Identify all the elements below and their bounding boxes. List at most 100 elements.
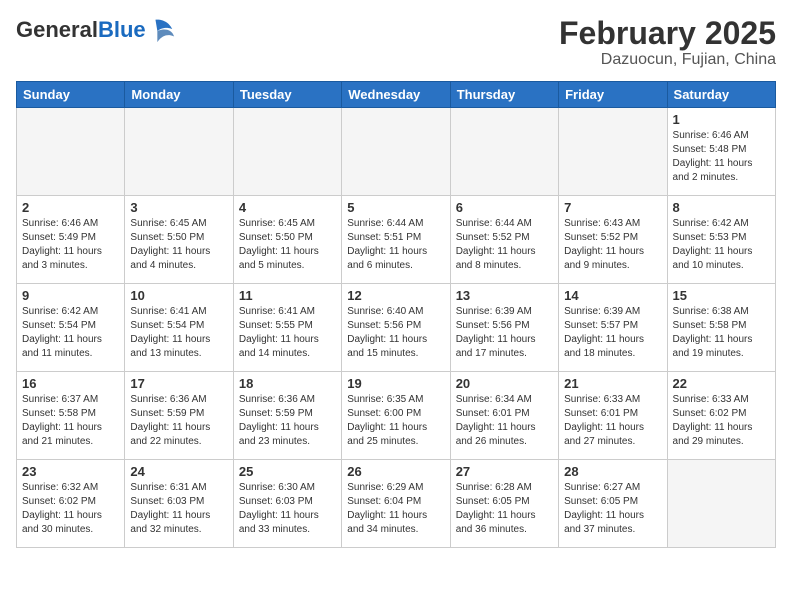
calendar-cell: 21 Sunrise: 6:33 AM Sunset: 6:01 PM Dayli… (559, 372, 667, 460)
calendar-cell: 11 Sunrise: 6:41 AM Sunset: 5:55 PM Dayli… (233, 284, 341, 372)
day-info: Sunrise: 6:30 AM Sunset: 6:03 PM Dayligh… (239, 481, 336, 537)
week-row-4: 16 Sunrise: 6:37 AM Sunset: 5:58 PM Dayli… (17, 372, 776, 460)
logo-general-text: General (16, 17, 98, 42)
calendar-cell: 8 Sunrise: 6:42 AM Sunset: 5:53 PM Daylig… (667, 196, 775, 284)
day-info: Sunrise: 6:41 AM Sunset: 5:55 PM Dayligh… (239, 305, 336, 361)
day-number: 4 (239, 200, 336, 215)
col-header-saturday: Saturday (667, 82, 775, 108)
calendar-cell (233, 108, 341, 196)
day-info: Sunrise: 6:33 AM Sunset: 6:01 PM Dayligh… (564, 393, 661, 449)
logo-blue-text: Blue (98, 17, 146, 42)
calendar-cell (17, 108, 125, 196)
calendar-cell: 18 Sunrise: 6:36 AM Sunset: 5:59 PM Dayli… (233, 372, 341, 460)
day-info: Sunrise: 6:41 AM Sunset: 5:54 PM Dayligh… (130, 305, 227, 361)
calendar-cell: 24Sunrise: 6:31 AM Sunset: 6:03 PM Dayli… (125, 460, 233, 548)
calendar-cell: 25 Sunrise: 6:30 AM Sunset: 6:03 PM Dayli… (233, 460, 341, 548)
col-header-sunday: Sunday (17, 82, 125, 108)
day-info: Sunrise: 6:29 AM Sunset: 6:04 PM Dayligh… (347, 481, 444, 537)
day-number: 8 (673, 200, 770, 215)
day-info: Sunrise: 6:43 AM Sunset: 5:52 PM Dayligh… (564, 217, 661, 273)
day-info: Sunrise: 6:37 AM Sunset: 5:58 PM Dayligh… (22, 393, 119, 449)
location-subtitle: Dazuocun, Fujian, China (559, 51, 776, 69)
calendar-cell: 17 Sunrise: 6:36 AM Sunset: 5:59 PM Dayli… (125, 372, 233, 460)
day-number: 12 (347, 288, 444, 303)
day-number: 14 (564, 288, 661, 303)
day-info: Sunrise: 6:28 AM Sunset: 6:05 PM Dayligh… (456, 481, 553, 537)
day-number: 9 (22, 288, 119, 303)
day-info: Sunrise: 6:32 AM Sunset: 6:02 PM Dayligh… (22, 481, 119, 537)
day-info: Sunrise: 6:36 AM Sunset: 5:59 PM Dayligh… (239, 393, 336, 449)
day-info: Sunrise: 6:42 AM Sunset: 5:54 PM Dayligh… (22, 305, 119, 361)
day-number: 28 (564, 464, 661, 479)
day-number: 13 (456, 288, 553, 303)
day-info: Sunrise: 6:33 AM Sunset: 6:02 PM Dayligh… (673, 393, 770, 449)
day-info: Sunrise: 6:44 AM Sunset: 5:51 PM Dayligh… (347, 217, 444, 273)
calendar-cell: 19Sunrise: 6:35 AM Sunset: 6:00 PM Dayli… (342, 372, 450, 460)
calendar-cell: 10 Sunrise: 6:41 AM Sunset: 5:54 PM Dayli… (125, 284, 233, 372)
day-info: Sunrise: 6:38 AM Sunset: 5:58 PM Dayligh… (673, 305, 770, 361)
calendar-cell: 23 Sunrise: 6:32 AM Sunset: 6:02 PM Dayli… (17, 460, 125, 548)
calendar-cell: 3 Sunrise: 6:45 AM Sunset: 5:50 PM Daylig… (125, 196, 233, 284)
day-number: 16 (22, 376, 119, 391)
calendar-cell: 14 Sunrise: 6:39 AM Sunset: 5:57 PM Dayli… (559, 284, 667, 372)
calendar-cell: 27 Sunrise: 6:28 AM Sunset: 6:05 PM Dayli… (450, 460, 558, 548)
col-header-friday: Friday (559, 82, 667, 108)
calendar-cell: 9 Sunrise: 6:42 AM Sunset: 5:54 PM Daylig… (17, 284, 125, 372)
calendar-cell: 15 Sunrise: 6:38 AM Sunset: 5:58 PM Dayli… (667, 284, 775, 372)
day-number: 3 (130, 200, 227, 215)
day-info: Sunrise: 6:36 AM Sunset: 5:59 PM Dayligh… (130, 393, 227, 449)
day-info: Sunrise: 6:45 AM Sunset: 5:50 PM Dayligh… (239, 217, 336, 273)
day-info: Sunrise: 6:45 AM Sunset: 5:50 PM Dayligh… (130, 217, 227, 273)
page-header: GeneralBlue February 2025 Dazuocun, Fuji… (16, 16, 776, 69)
week-row-2: 2Sunrise: 6:46 AM Sunset: 5:49 PM Daylig… (17, 196, 776, 284)
day-info: Sunrise: 6:44 AM Sunset: 5:52 PM Dayligh… (456, 217, 553, 273)
calendar-table: SundayMondayTuesdayWednesdayThursdayFrid… (16, 81, 776, 548)
calendar-cell: 20Sunrise: 6:34 AM Sunset: 6:01 PM Dayli… (450, 372, 558, 460)
title-block: February 2025 Dazuocun, Fujian, China (559, 16, 776, 69)
calendar-cell (125, 108, 233, 196)
day-number: 27 (456, 464, 553, 479)
day-info: Sunrise: 6:46 AM Sunset: 5:49 PM Dayligh… (22, 217, 119, 273)
logo-icon (148, 16, 176, 44)
calendar-cell: 4 Sunrise: 6:45 AM Sunset: 5:50 PM Daylig… (233, 196, 341, 284)
day-number: 21 (564, 376, 661, 391)
calendar-cell: 12 Sunrise: 6:40 AM Sunset: 5:56 PM Dayli… (342, 284, 450, 372)
calendar-cell (559, 108, 667, 196)
calendar-cell: 26Sunrise: 6:29 AM Sunset: 6:04 PM Dayli… (342, 460, 450, 548)
day-info: Sunrise: 6:40 AM Sunset: 5:56 PM Dayligh… (347, 305, 444, 361)
calendar-cell: 7 Sunrise: 6:43 AM Sunset: 5:52 PM Daylig… (559, 196, 667, 284)
calendar-cell: 16 Sunrise: 6:37 AM Sunset: 5:58 PM Dayli… (17, 372, 125, 460)
day-info: Sunrise: 6:31 AM Sunset: 6:03 PM Dayligh… (130, 481, 227, 537)
day-number: 7 (564, 200, 661, 215)
col-header-wednesday: Wednesday (342, 82, 450, 108)
col-header-tuesday: Tuesday (233, 82, 341, 108)
col-header-thursday: Thursday (450, 82, 558, 108)
calendar-cell: 6 Sunrise: 6:44 AM Sunset: 5:52 PM Daylig… (450, 196, 558, 284)
day-info: Sunrise: 6:42 AM Sunset: 5:53 PM Dayligh… (673, 217, 770, 273)
day-number: 25 (239, 464, 336, 479)
calendar-cell: 22 Sunrise: 6:33 AM Sunset: 6:02 PM Dayli… (667, 372, 775, 460)
week-row-3: 9 Sunrise: 6:42 AM Sunset: 5:54 PM Daylig… (17, 284, 776, 372)
week-row-5: 23 Sunrise: 6:32 AM Sunset: 6:02 PM Dayli… (17, 460, 776, 548)
day-number: 17 (130, 376, 227, 391)
day-info: Sunrise: 6:39 AM Sunset: 5:57 PM Dayligh… (564, 305, 661, 361)
day-info: Sunrise: 6:27 AM Sunset: 6:05 PM Dayligh… (564, 481, 661, 537)
day-info: Sunrise: 6:39 AM Sunset: 5:56 PM Dayligh… (456, 305, 553, 361)
day-number: 18 (239, 376, 336, 391)
calendar-header-row: SundayMondayTuesdayWednesdayThursdayFrid… (17, 82, 776, 108)
day-number: 19 (347, 376, 444, 391)
day-number: 5 (347, 200, 444, 215)
day-number: 6 (456, 200, 553, 215)
calendar-cell (342, 108, 450, 196)
day-number: 22 (673, 376, 770, 391)
calendar-cell: 28 Sunrise: 6:27 AM Sunset: 6:05 PM Dayli… (559, 460, 667, 548)
day-number: 11 (239, 288, 336, 303)
week-row-1: 1Sunrise: 6:46 AM Sunset: 5:48 PM Daylig… (17, 108, 776, 196)
calendar-cell: 2Sunrise: 6:46 AM Sunset: 5:49 PM Daylig… (17, 196, 125, 284)
calendar-cell: 13 Sunrise: 6:39 AM Sunset: 5:56 PM Dayli… (450, 284, 558, 372)
day-number: 15 (673, 288, 770, 303)
day-number: 10 (130, 288, 227, 303)
month-title: February 2025 (559, 16, 776, 51)
day-number: 23 (22, 464, 119, 479)
col-header-monday: Monday (125, 82, 233, 108)
